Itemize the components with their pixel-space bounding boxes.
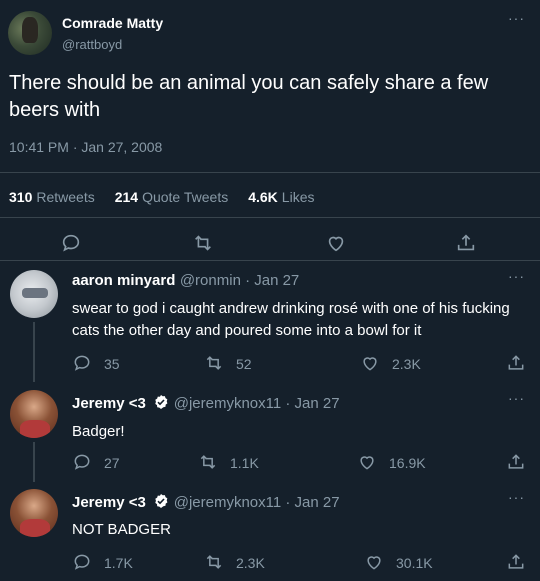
verified-badge-icon — [153, 394, 169, 410]
reply-action-bar: 1.7K 2.3K 30.1K — [0, 551, 540, 575]
reply-header: Jeremy <3 @jeremyknox11 · Jan 27 — [72, 394, 340, 413]
share-icon[interactable] — [506, 452, 526, 472]
author-avatar[interactable] — [8, 11, 52, 55]
author-display-name[interactable]: Comrade Matty — [62, 15, 163, 31]
like-icon[interactable] — [325, 232, 347, 254]
reply-icon[interactable] — [72, 353, 92, 373]
reply-count: 27 — [104, 455, 120, 471]
reply-text: swear to god i caught andrew drinking ro… — [72, 300, 510, 339]
like-count: 16.9K — [389, 455, 426, 471]
like-icon[interactable] — [360, 353, 380, 373]
reply-header: Jeremy <3 @jeremyknox11 · Jan 27 — [72, 493, 340, 512]
tweet-text: There should be an animal you can safely… — [9, 72, 489, 121]
reply-count: 35 — [104, 356, 120, 372]
retweets-label: Retweets — [36, 189, 95, 205]
retweet-count: 52 — [236, 356, 252, 372]
reply-icon[interactable] — [72, 452, 92, 472]
reply-author-name[interactable]: aaron minyard — [72, 272, 175, 289]
retweet-count: 1.1K — [230, 455, 259, 471]
like-count: 2.3K — [392, 356, 421, 372]
more-options-icon[interactable]: ··· — [508, 390, 525, 406]
quotes-count: 214 — [114, 189, 139, 205]
retweet-icon[interactable] — [204, 552, 224, 572]
divider — [0, 172, 540, 173]
share-icon[interactable] — [455, 232, 477, 254]
reply-author-handle[interactable]: @ronmin · Jan 27 — [180, 272, 299, 289]
more-options-icon[interactable]: ··· — [508, 268, 525, 284]
retweet-icon[interactable] — [204, 353, 224, 373]
reply-author-name[interactable]: Jeremy <3 — [72, 494, 146, 511]
like-icon[interactable] — [357, 452, 377, 472]
tweet-stats: 310 Retweets 214 Quote Tweets 4.6K Likes — [9, 189, 314, 205]
reply-avatar[interactable] — [10, 489, 58, 537]
reply-icon[interactable] — [60, 232, 82, 254]
share-icon[interactable] — [506, 353, 526, 373]
like-icon[interactable] — [364, 552, 384, 572]
retweets-stat[interactable]: 310 Retweets — [9, 189, 95, 205]
quotes-label: Quote Tweets — [142, 189, 229, 205]
more-options-icon[interactable]: ··· — [508, 489, 525, 505]
author-handle[interactable]: @rattboyd — [62, 37, 122, 52]
likes-stat[interactable]: 4.6K Likes — [248, 189, 314, 205]
reply-avatar[interactable] — [10, 270, 58, 318]
quote-tweets-stat[interactable]: 214 Quote Tweets — [115, 189, 229, 205]
reply-count: 1.7K — [104, 555, 133, 571]
retweet-icon[interactable] — [198, 452, 218, 472]
retweets-count: 310 — [9, 189, 33, 205]
reply-avatar[interactable] — [10, 390, 58, 438]
tweet-action-bar — [0, 228, 540, 258]
reply-header: aaron minyard @ronmin · Jan 27 — [72, 272, 299, 290]
retweet-count: 2.3K — [236, 555, 265, 571]
like-count: 30.1K — [396, 555, 433, 571]
divider — [0, 260, 540, 261]
reply-icon[interactable] — [72, 552, 92, 572]
divider — [0, 217, 540, 218]
tweet-timestamp[interactable]: 10:41 PM · Jan 27, 2008 — [9, 139, 162, 155]
reply-action-bar: 27 1.1K 16.9K — [0, 451, 540, 475]
reply-text: Badger! — [72, 423, 125, 440]
likes-label: Likes — [281, 189, 315, 205]
retweet-icon[interactable] — [192, 232, 214, 254]
share-icon[interactable] — [506, 552, 526, 572]
reply-action-bar: 35 52 2.3K — [0, 352, 540, 376]
reply-author-handle[interactable]: @jeremyknox11 · Jan 27 — [174, 395, 340, 412]
reply-author-name[interactable]: Jeremy <3 — [72, 395, 146, 412]
likes-count: 4.6K — [248, 189, 278, 205]
more-options-icon[interactable]: ··· — [508, 10, 525, 26]
verified-badge-icon — [153, 493, 169, 509]
reply-text: NOT BADGER — [72, 521, 171, 538]
reply-author-handle[interactable]: @jeremyknox11 · Jan 27 — [174, 494, 340, 511]
